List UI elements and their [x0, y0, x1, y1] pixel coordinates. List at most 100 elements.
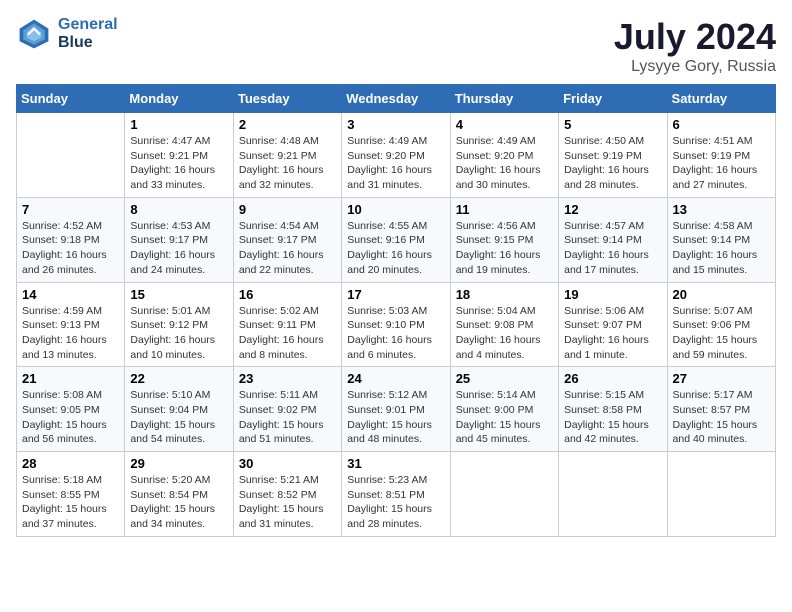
day-info: Sunrise: 5:12 AMSunset: 9:01 PMDaylight:…: [347, 388, 444, 447]
day-info: Sunrise: 5:15 AMSunset: 8:58 PMDaylight:…: [564, 388, 661, 447]
day-number: 6: [673, 117, 770, 132]
day-number: 2: [239, 117, 336, 132]
day-number: 7: [22, 202, 119, 217]
day-number: 27: [673, 371, 770, 386]
day-number: 15: [130, 287, 227, 302]
calendar-day-cell: 29Sunrise: 5:20 AMSunset: 8:54 PMDayligh…: [125, 452, 233, 537]
weekday-header: Saturday: [667, 85, 775, 113]
calendar-title: July 2024: [614, 16, 776, 58]
day-number: 3: [347, 117, 444, 132]
calendar-day-cell: [559, 452, 667, 537]
calendar-day-cell: 5 Sunrise: 4:50 AMSunset: 9:19 PMDaylight…: [559, 113, 667, 198]
day-number: 16: [239, 287, 336, 302]
day-info: Sunrise: 5:07 AMSunset: 9:06 PMDaylight:…: [673, 304, 770, 363]
calendar-day-cell: 20 Sunrise: 5:07 AMSunset: 9:06 PMDayligh…: [667, 282, 775, 367]
calendar-day-cell: [450, 452, 558, 537]
calendar-header-row: SundayMondayTuesdayWednesdayThursdayFrid…: [17, 85, 776, 113]
logo: General Blue: [16, 16, 118, 52]
calendar-day-cell: 17 Sunrise: 5:03 AMSunset: 9:10 PMDayligh…: [342, 282, 450, 367]
calendar-day-cell: 4 Sunrise: 4:49 AMSunset: 9:20 PMDaylight…: [450, 113, 558, 198]
day-info: Sunrise: 5:04 AMSunset: 9:08 PMDaylight:…: [456, 304, 553, 363]
day-info: Sunrise: 4:53 AMSunset: 9:17 PMDaylight:…: [130, 219, 227, 278]
calendar-day-cell: 13Sunrise: 4:58 AMSunset: 9:14 PMDayligh…: [667, 197, 775, 282]
day-info: Sunrise: 4:50 AMSunset: 9:19 PMDaylight:…: [564, 134, 661, 193]
calendar-day-cell: [667, 452, 775, 537]
day-number: 8: [130, 202, 227, 217]
calendar-day-cell: [17, 113, 125, 198]
logo-icon: [16, 16, 52, 52]
calendar-day-cell: 18Sunrise: 5:04 AMSunset: 9:08 PMDayligh…: [450, 282, 558, 367]
day-info: Sunrise: 5:10 AMSunset: 9:04 PMDaylight:…: [130, 388, 227, 447]
day-info: Sunrise: 4:48 AMSunset: 9:21 PMDaylight:…: [239, 134, 336, 193]
day-info: Sunrise: 5:06 AMSunset: 9:07 PMDaylight:…: [564, 304, 661, 363]
day-info: Sunrise: 4:49 AMSunset: 9:20 PMDaylight:…: [456, 134, 553, 193]
day-number: 22: [130, 371, 227, 386]
day-number: 29: [130, 456, 227, 471]
day-info: Sunrise: 5:11 AMSunset: 9:02 PMDaylight:…: [239, 388, 336, 447]
day-number: 17: [347, 287, 444, 302]
day-info: Sunrise: 4:56 AMSunset: 9:15 PMDaylight:…: [456, 219, 553, 278]
calendar-day-cell: 19 Sunrise: 5:06 AMSunset: 9:07 PMDayligh…: [559, 282, 667, 367]
calendar-day-cell: 16 Sunrise: 5:02 AMSunset: 9:11 PMDayligh…: [233, 282, 341, 367]
day-number: 12: [564, 202, 661, 217]
day-number: 19: [564, 287, 661, 302]
calendar-day-cell: 23 Sunrise: 5:11 AMSunset: 9:02 PMDayligh…: [233, 367, 341, 452]
calendar-day-cell: 21 Sunrise: 5:08 AMSunset: 9:05 PMDayligh…: [17, 367, 125, 452]
day-info: Sunrise: 4:47 AMSunset: 9:21 PMDaylight:…: [130, 134, 227, 193]
calendar-day-cell: 1 Sunrise: 4:47 AMSunset: 9:21 PMDaylight…: [125, 113, 233, 198]
calendar-week-row: 21 Sunrise: 5:08 AMSunset: 9:05 PMDayligh…: [17, 367, 776, 452]
day-info: Sunrise: 4:54 AMSunset: 9:17 PMDaylight:…: [239, 219, 336, 278]
day-info: Sunrise: 5:03 AMSunset: 9:10 PMDaylight:…: [347, 304, 444, 363]
weekday-header: Monday: [125, 85, 233, 113]
calendar-week-row: 14Sunrise: 4:59 AMSunset: 9:13 PMDayligh…: [17, 282, 776, 367]
day-number: 11: [456, 202, 553, 217]
calendar-title-area: July 2024 Lysyye Gory, Russia: [614, 16, 776, 76]
calendar-day-cell: 12 Sunrise: 4:57 AMSunset: 9:14 PMDayligh…: [559, 197, 667, 282]
day-number: 9: [239, 202, 336, 217]
day-info: Sunrise: 4:51 AMSunset: 9:19 PMDaylight:…: [673, 134, 770, 193]
day-number: 20: [673, 287, 770, 302]
calendar-day-cell: 3Sunrise: 4:49 AMSunset: 9:20 PMDaylight…: [342, 113, 450, 198]
calendar-day-cell: 24 Sunrise: 5:12 AMSunset: 9:01 PMDayligh…: [342, 367, 450, 452]
day-info: Sunrise: 4:58 AMSunset: 9:14 PMDaylight:…: [673, 219, 770, 278]
day-info: Sunrise: 5:02 AMSunset: 9:11 PMDaylight:…: [239, 304, 336, 363]
calendar-day-cell: 9 Sunrise: 4:54 AMSunset: 9:17 PMDaylight…: [233, 197, 341, 282]
calendar-week-row: 7 Sunrise: 4:52 AMSunset: 9:18 PMDaylight…: [17, 197, 776, 282]
day-number: 5: [564, 117, 661, 132]
calendar-day-cell: 26 Sunrise: 5:15 AMSunset: 8:58 PMDayligh…: [559, 367, 667, 452]
calendar-day-cell: 2 Sunrise: 4:48 AMSunset: 9:21 PMDaylight…: [233, 113, 341, 198]
day-number: 24: [347, 371, 444, 386]
weekday-header: Tuesday: [233, 85, 341, 113]
calendar-subtitle: Lysyye Gory, Russia: [614, 58, 776, 76]
calendar-table: SundayMondayTuesdayWednesdayThursdayFrid…: [16, 84, 776, 537]
calendar-day-cell: 8 Sunrise: 4:53 AMSunset: 9:17 PMDaylight…: [125, 197, 233, 282]
logo-text: General Blue: [58, 16, 118, 51]
day-info: Sunrise: 5:08 AMSunset: 9:05 PMDaylight:…: [22, 388, 119, 447]
day-info: Sunrise: 5:17 AMSunset: 8:57 PMDaylight:…: [673, 388, 770, 447]
calendar-day-cell: 7 Sunrise: 4:52 AMSunset: 9:18 PMDaylight…: [17, 197, 125, 282]
day-number: 26: [564, 371, 661, 386]
day-info: Sunrise: 4:59 AMSunset: 9:13 PMDaylight:…: [22, 304, 119, 363]
day-number: 31: [347, 456, 444, 471]
day-info: Sunrise: 5:01 AMSunset: 9:12 PMDaylight:…: [130, 304, 227, 363]
day-number: 4: [456, 117, 553, 132]
calendar-day-cell: 28Sunrise: 5:18 AMSunset: 8:55 PMDayligh…: [17, 452, 125, 537]
day-number: 28: [22, 456, 119, 471]
calendar-day-cell: 10Sunrise: 4:55 AMSunset: 9:16 PMDayligh…: [342, 197, 450, 282]
calendar-week-row: 28Sunrise: 5:18 AMSunset: 8:55 PMDayligh…: [17, 452, 776, 537]
calendar-day-cell: 6 Sunrise: 4:51 AMSunset: 9:19 PMDaylight…: [667, 113, 775, 198]
calendar-day-cell: 15 Sunrise: 5:01 AMSunset: 9:12 PMDayligh…: [125, 282, 233, 367]
day-number: 23: [239, 371, 336, 386]
calendar-day-cell: 14Sunrise: 4:59 AMSunset: 9:13 PMDayligh…: [17, 282, 125, 367]
day-number: 21: [22, 371, 119, 386]
day-number: 1: [130, 117, 227, 132]
calendar-day-cell: 22 Sunrise: 5:10 AMSunset: 9:04 PMDayligh…: [125, 367, 233, 452]
calendar-day-cell: 25Sunrise: 5:14 AMSunset: 9:00 PMDayligh…: [450, 367, 558, 452]
day-number: 30: [239, 456, 336, 471]
day-info: Sunrise: 4:57 AMSunset: 9:14 PMDaylight:…: [564, 219, 661, 278]
day-info: Sunrise: 5:21 AMSunset: 8:52 PMDaylight:…: [239, 473, 336, 532]
weekday-header: Sunday: [17, 85, 125, 113]
page-header: General Blue July 2024 Lysyye Gory, Russ…: [16, 16, 776, 76]
day-info: Sunrise: 4:52 AMSunset: 9:18 PMDaylight:…: [22, 219, 119, 278]
calendar-day-cell: 11 Sunrise: 4:56 AMSunset: 9:15 PMDayligh…: [450, 197, 558, 282]
